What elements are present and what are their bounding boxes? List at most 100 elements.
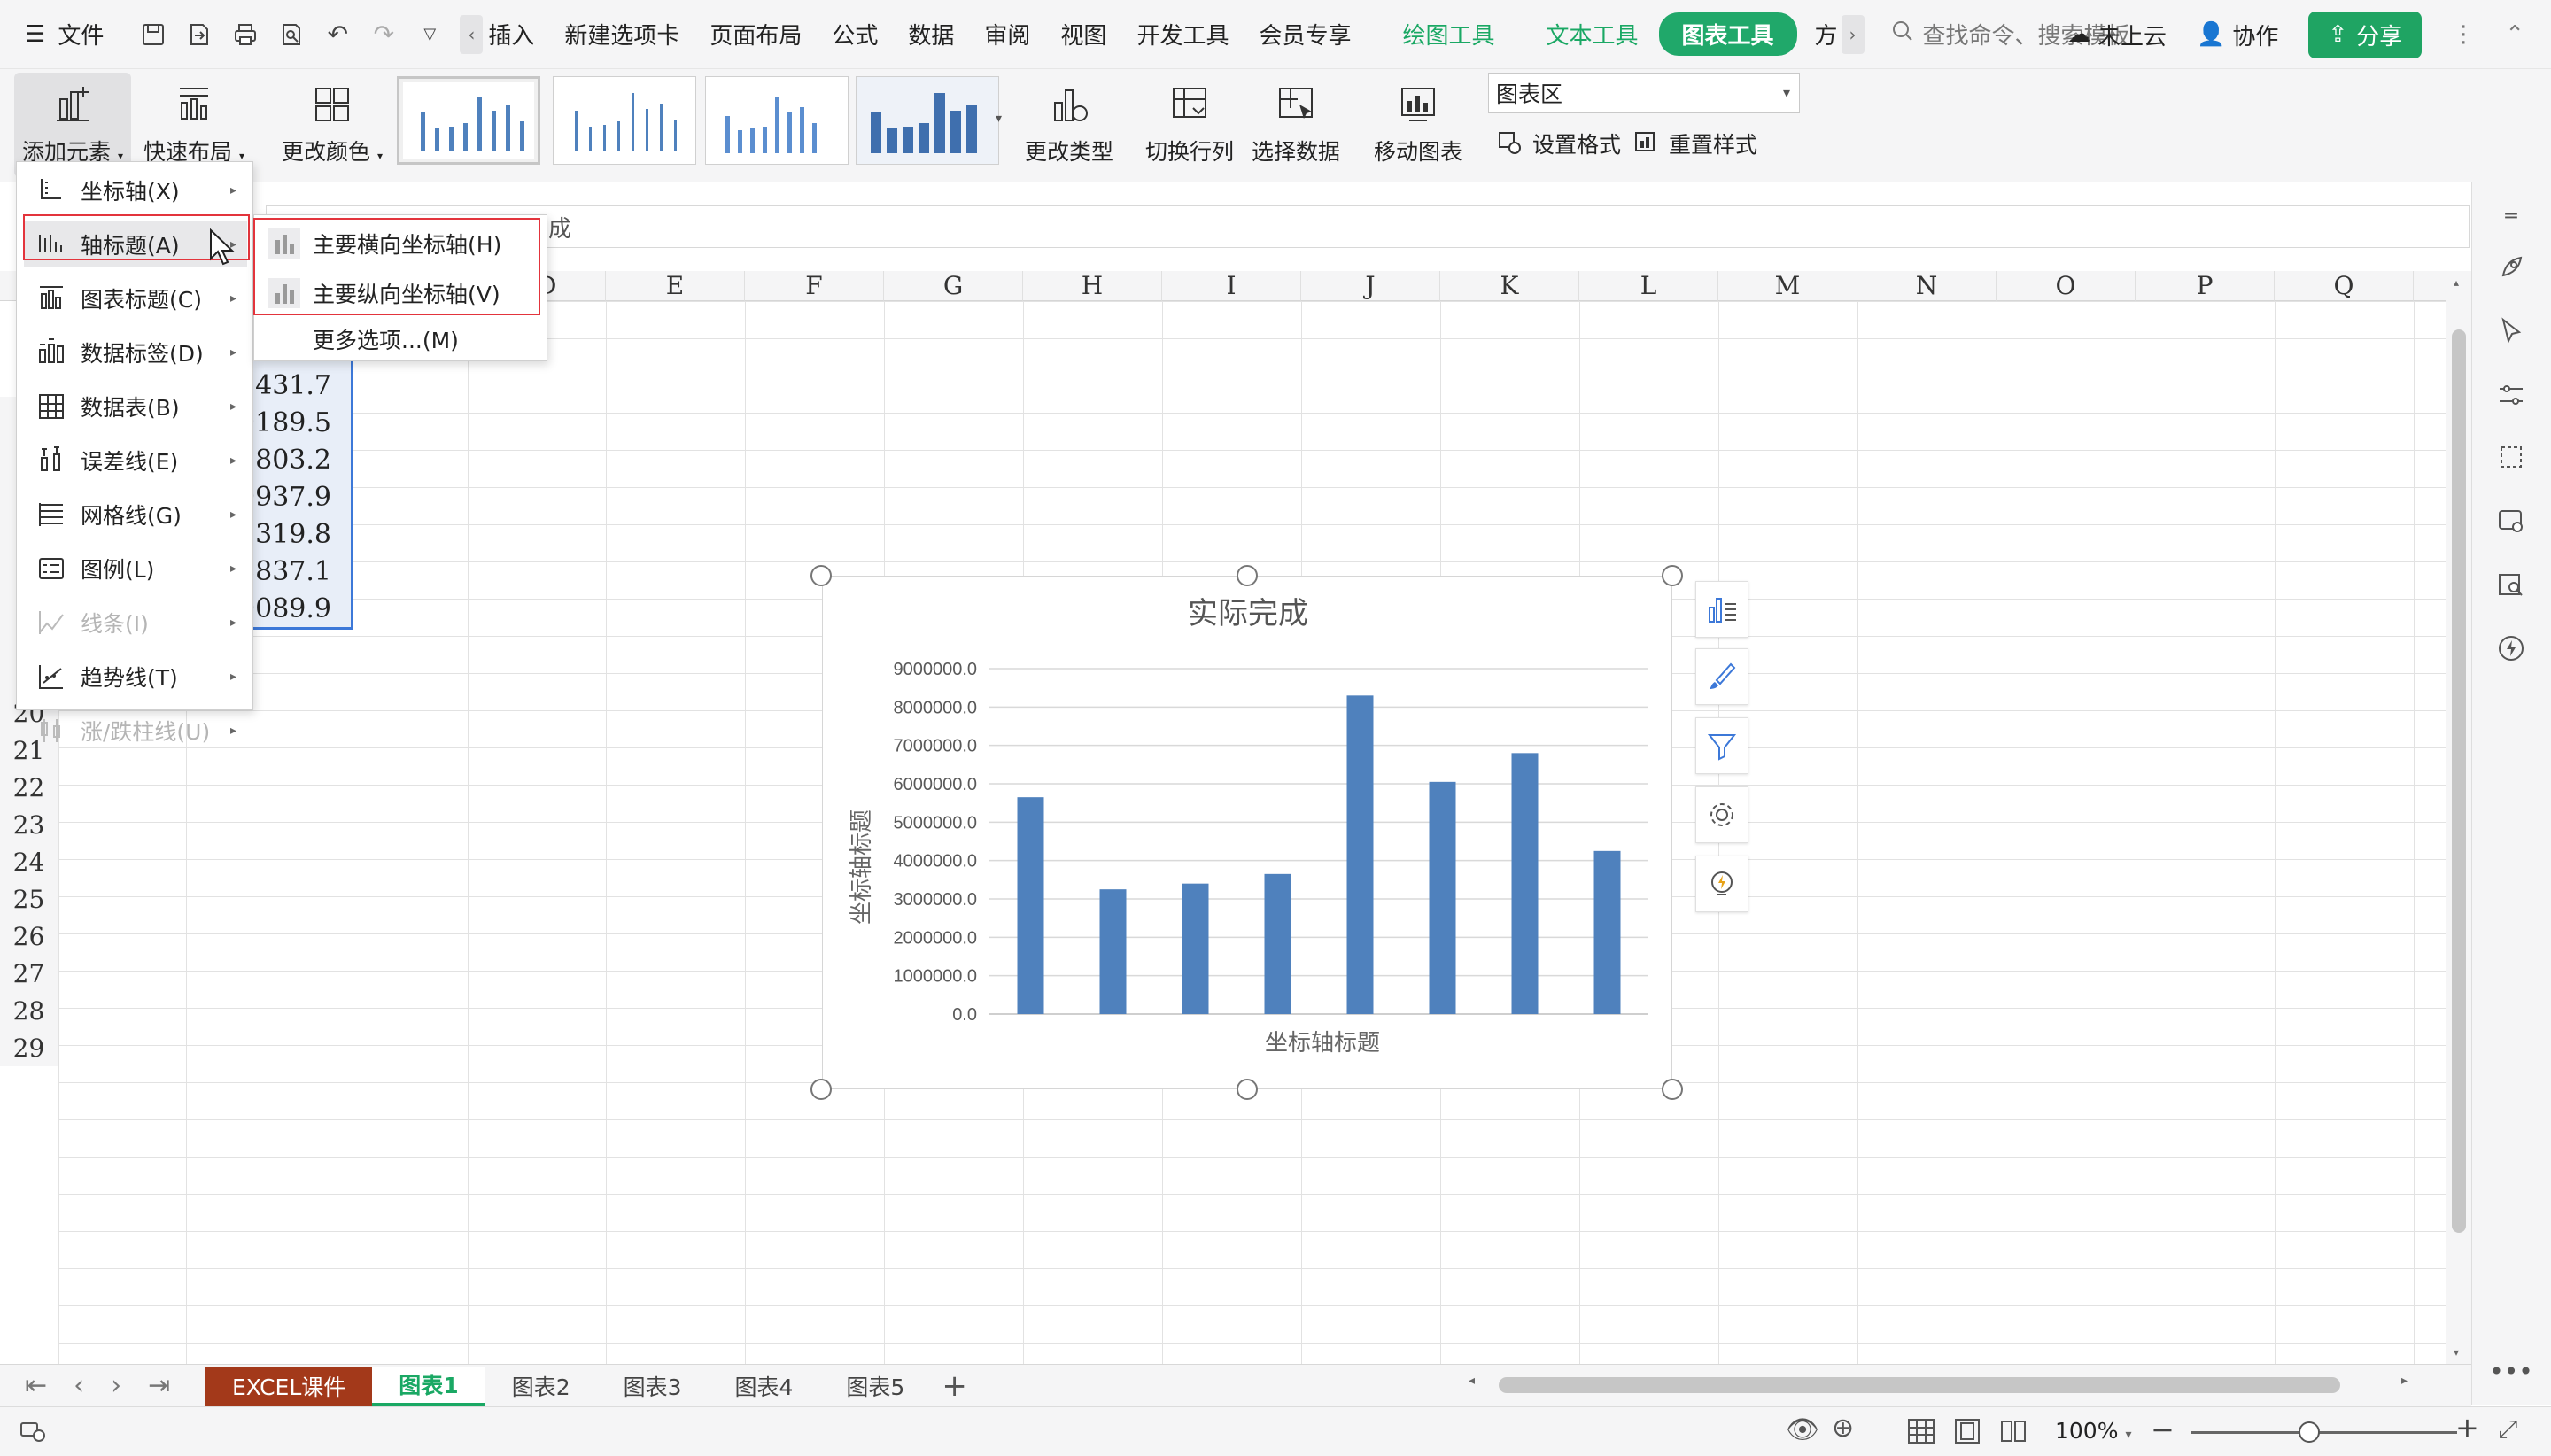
page-break-view-icon[interactable]	[1998, 1416, 2028, 1450]
tab-developer[interactable]: 开发工具	[1121, 18, 1244, 50]
column-header-j[interactable]: J	[1301, 271, 1440, 301]
row-header-29[interactable]: 29	[0, 1029, 58, 1066]
sheet-tab[interactable]: 图表2	[485, 1367, 597, 1406]
cloud-status[interactable]: ☁ 未上云	[2067, 19, 2167, 51]
scroll-right-icon[interactable]: ▸	[2401, 1374, 2408, 1388]
column-header-n[interactable]: N	[1857, 271, 1997, 301]
formula-input[interactable]: 成	[266, 205, 2470, 248]
undo-icon[interactable]: ↶	[323, 19, 352, 49]
save-icon[interactable]	[139, 20, 167, 49]
chart-object[interactable]: 实际完成 坐标轴标题 坐标轴标题 9000000.0 8000000.0 70000…	[822, 576, 1672, 1089]
row-header-22[interactable]: 22	[0, 769, 58, 806]
prev-sheet-icon[interactable]: ‹	[74, 1370, 84, 1401]
file-menu[interactable]: ☰ 文件	[0, 0, 121, 69]
sheet-tab[interactable]: 图表5	[819, 1367, 931, 1406]
column-header-k[interactable]: K	[1440, 271, 1579, 301]
last-sheet-icon[interactable]: ⇥	[148, 1370, 170, 1401]
menu-item-gridline[interactable]: 网格线(G) ▸	[24, 492, 247, 538]
chart-element-select[interactable]: 图表区 ▾	[1488, 73, 1800, 113]
tab-insert[interactable]: 插入	[483, 18, 549, 50]
panel-collapse-icon[interactable]: ═	[2493, 198, 2529, 234]
zoom-level[interactable]: 100% ▾	[2055, 1418, 2131, 1444]
scrollbar-thumb[interactable]	[1499, 1377, 2340, 1393]
row-header-25[interactable]: 25	[0, 880, 58, 918]
image-settings-icon[interactable]	[2493, 503, 2529, 538]
resize-handle-bottom-middle[interactable]	[1237, 1079, 1258, 1100]
chart-smart-float-button[interactable]	[1695, 856, 1748, 912]
chart-style-3[interactable]	[705, 76, 849, 165]
sheet-tab[interactable]: 图表4	[709, 1367, 820, 1406]
fullscreen-icon[interactable]: ⤢	[2498, 1414, 2517, 1444]
row-header-24[interactable]: 24	[0, 843, 58, 880]
redo-icon[interactable]: ↷	[369, 19, 398, 49]
change-color-button[interactable]: 更改颜色 ▾	[276, 73, 388, 177]
macro-icon[interactable]	[18, 1416, 48, 1450]
tabs-scroll-left-icon[interactable]: ‹	[460, 14, 484, 54]
menu-item-data-table[interactable]: 数据表(B) ▸	[24, 383, 247, 430]
zoom-out-icon[interactable]: −	[2151, 1413, 2175, 1446]
tab-new-tab[interactable]: 新建选项卡	[549, 18, 694, 50]
chart-bar[interactable]	[1182, 883, 1209, 1014]
scroll-left-icon[interactable]: ◂	[1469, 1374, 1475, 1388]
next-sheet-icon[interactable]: ›	[111, 1370, 121, 1401]
tab-member[interactable]: 会员专享	[1244, 18, 1366, 50]
print-preview-icon[interactable]	[277, 20, 306, 49]
column-header-o[interactable]: O	[1997, 271, 2136, 301]
collab-button[interactable]: 👤 协作	[2197, 19, 2278, 51]
more-options-icon[interactable]: •••	[2489, 1353, 2533, 1389]
sheet-tab[interactable]: 图表1	[372, 1366, 485, 1406]
customize-dropdown-icon[interactable]: ▽	[415, 20, 444, 49]
column-header-q[interactable]: Q	[2275, 271, 2414, 301]
scroll-down-icon[interactable]: ▾	[2454, 1346, 2459, 1359]
scroll-up-icon[interactable]: ▴	[2454, 276, 2459, 289]
column-header-e[interactable]: E	[606, 271, 745, 301]
column-header-f[interactable]: F	[745, 271, 884, 301]
tab-page-layout[interactable]: 页面布局	[694, 18, 817, 50]
chart-bar[interactable]	[1593, 850, 1621, 1014]
column-header-d[interactable]: D	[537, 271, 606, 301]
transform-icon[interactable]	[2493, 439, 2529, 475]
chart-filter-float-button[interactable]	[1695, 717, 1748, 774]
more-icon[interactable]: ⋮	[2452, 21, 2475, 48]
tab-chart-tools[interactable]: 图表工具	[1658, 12, 1797, 56]
vertical-scrollbar[interactable]: ▴ ▾	[2446, 271, 2471, 1364]
chart-bar[interactable]	[1099, 889, 1127, 1014]
resize-handle-top-middle[interactable]	[1237, 565, 1258, 586]
style-gallery-more-icon[interactable]: ▾	[996, 112, 1002, 126]
zoom-slider-track[interactable]	[2191, 1431, 2457, 1434]
move-chart-button[interactable]: 移动图表	[1369, 73, 1467, 177]
collapse-icon[interactable]: ⌃	[2505, 21, 2524, 48]
x-axis-title[interactable]: 坐标轴标题	[1265, 1030, 1380, 1057]
tab-text-tools[interactable]: 文本工具	[1531, 18, 1653, 50]
row-header-27[interactable]: 27	[0, 955, 58, 992]
tab-overflow[interactable]: 方	[1797, 18, 1842, 50]
eye-protect-icon[interactable]: 👁	[1786, 1414, 1819, 1445]
export-icon[interactable]	[185, 20, 213, 49]
chart-bar[interactable]	[1264, 873, 1291, 1014]
chart-style-4[interactable]	[856, 76, 999, 165]
chart-style-1[interactable]	[397, 76, 540, 165]
sheet-tab[interactable]: 图表3	[597, 1367, 709, 1406]
resize-handle-bottom-right[interactable]	[1662, 1079, 1683, 1100]
reset-style-button[interactable]: 重置样式	[1633, 128, 1757, 159]
lightning-icon[interactable]	[2493, 631, 2529, 666]
sliders-icon[interactable]	[2493, 377, 2529, 413]
cursor-icon[interactable]	[2493, 314, 2529, 349]
scrollbar-thumb[interactable]	[2452, 329, 2466, 1233]
chart-bar[interactable]	[1429, 781, 1456, 1014]
chart-bar[interactable]	[1346, 695, 1374, 1014]
y-axis-title[interactable]: 坐标轴标题	[849, 809, 875, 925]
row-header-26[interactable]: 26	[0, 918, 58, 955]
chart-style-2[interactable]	[553, 76, 696, 165]
menu-item-error-bar[interactable]: 误差线(E) ▸	[24, 438, 247, 484]
select-data-button[interactable]: 选择数据	[1247, 73, 1345, 177]
column-header-h[interactable]: H	[1023, 271, 1162, 301]
menu-item-data-label[interactable]: 数据标签(D) ▸	[24, 329, 247, 376]
menu-item-trendline[interactable]: 趋势线(T) ▸	[24, 654, 247, 700]
normal-view-icon[interactable]	[1906, 1416, 1936, 1450]
more-options-item[interactable]: 更多选项...(M)	[261, 316, 539, 362]
menu-item-legend[interactable]: 图例(L) ▸	[24, 546, 247, 592]
chart-style-float-button[interactable]	[1695, 648, 1748, 705]
row-header-28[interactable]: 28	[0, 992, 58, 1029]
zoom-slider-knob[interactable]	[2299, 1421, 2320, 1443]
